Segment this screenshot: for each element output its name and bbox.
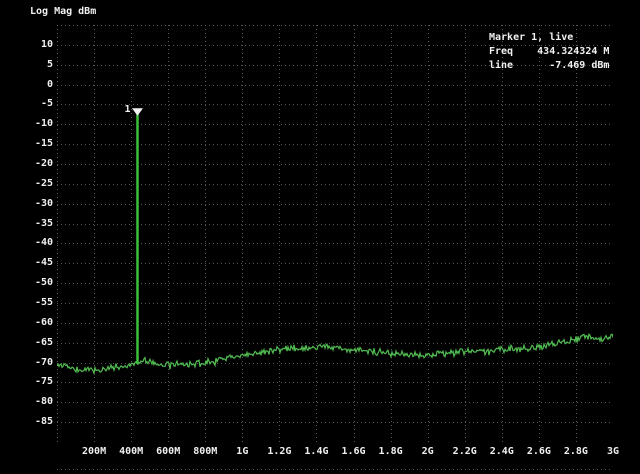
- x-tick-label: 200M: [82, 446, 107, 457]
- y-tick-label: -80: [34, 396, 53, 408]
- x-tick-label: 2.6G: [526, 446, 551, 457]
- amplitude-scale-title: Log Mag dBm: [30, 6, 97, 17]
- y-tick-label: -5: [40, 98, 53, 110]
- marker-readout-title: Marker 1, live: [489, 32, 574, 43]
- x-tick-label: 2G: [421, 446, 434, 457]
- x-tick-label: 400M: [119, 446, 144, 457]
- y-tick-label: -50: [34, 277, 53, 289]
- x-tick-label: 600M: [156, 446, 181, 457]
- marker-readout: Marker 1, live Freq 434.324324 M line -7…: [489, 31, 609, 73]
- y-tick-label: -15: [34, 138, 53, 150]
- y-tick-label: -10: [34, 118, 53, 130]
- y-tick-label: -25: [34, 177, 53, 189]
- spectrum-trace: [57, 332, 613, 376]
- spectrum-analyzer-screen: Log Mag dBm 1 10 5 0 -5 -10 -15 -20 -25 -30 -35 -4…: [0, 0, 640, 474]
- marker-number[interactable]: 1: [124, 104, 130, 115]
- y-tick-label: -60: [34, 316, 53, 328]
- y-tick-label: -85: [34, 416, 53, 428]
- x-tick-label: 1G: [236, 446, 249, 457]
- x-tick-label: 2.8G: [563, 446, 588, 457]
- y-tick-label: -45: [34, 257, 53, 269]
- y-tick-label: -55: [34, 297, 53, 308]
- x-tick-label: 1.6G: [341, 446, 366, 457]
- y-tick-label: -20: [34, 158, 53, 169]
- x-tick-label: 1.8G: [378, 446, 403, 457]
- marker-readout-freq: Freq 434.324324 M: [489, 46, 610, 57]
- x-tick-label: 3G: [606, 446, 620, 457]
- marker-triangle[interactable]: [131, 108, 143, 116]
- x-tick-label: 800M: [193, 446, 218, 457]
- lower-panel-divider: [57, 469, 613, 470]
- x-tick-label: 1.4G: [304, 446, 329, 457]
- x-tick-label: 2.4G: [489, 446, 514, 457]
- y-tick-label: -75: [34, 376, 53, 388]
- y-tick-label: -35: [34, 217, 53, 229]
- marker-readout-level: line -7.469 dBm: [489, 60, 610, 71]
- y-tick-label: -40: [34, 237, 53, 249]
- y-tick-label: 0: [46, 78, 53, 90]
- plot-area[interactable]: 1: [57, 25, 613, 442]
- x-tick-label: 2.2G: [452, 446, 477, 457]
- y-tick-label: -65: [34, 336, 53, 348]
- x-tick-label: 1.2G: [267, 446, 292, 457]
- y-tick-label: 10: [40, 38, 53, 50]
- y-tick-label: -70: [34, 356, 53, 368]
- spectrum-chart: 1: [57, 25, 613, 442]
- y-tick-label: -30: [34, 197, 53, 209]
- y-tick-label: 5: [46, 58, 53, 70]
